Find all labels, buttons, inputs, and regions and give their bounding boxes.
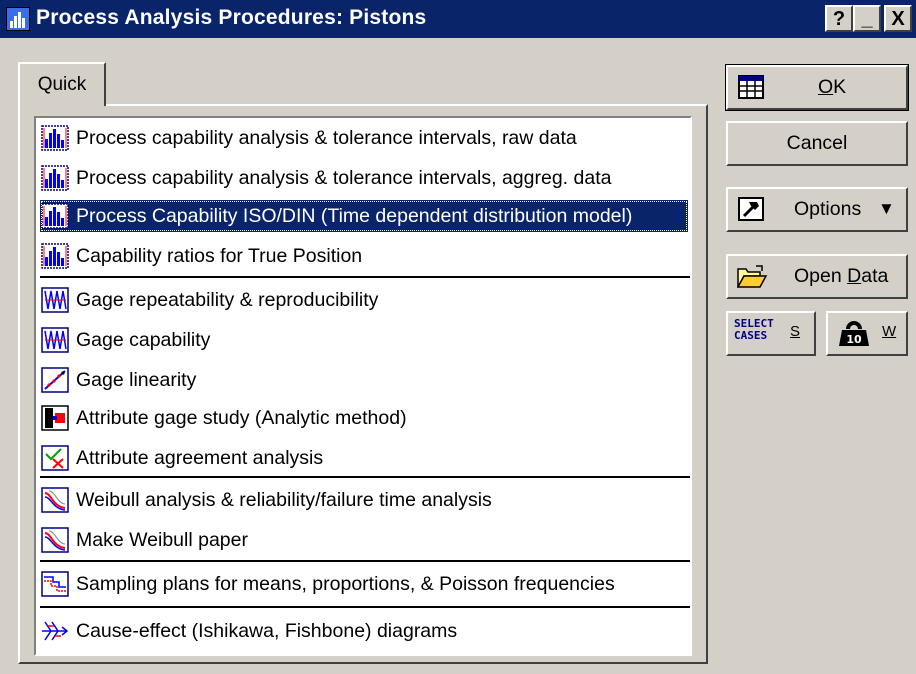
hammer-icon	[738, 197, 764, 227]
list-item[interactable]: Process Capability ISO/DIN (Time depende…	[40, 200, 688, 232]
options-button[interactable]: Options ▼	[726, 187, 908, 232]
capability-histogram-icon	[40, 163, 70, 193]
list-item-label: Make Weibull paper	[76, 528, 248, 551]
list-item-label: Sampling plans for means, proportions, &…	[76, 572, 615, 595]
list-item[interactable]: Gage repeatability & reproducibility	[40, 284, 688, 316]
folder-open-icon	[736, 263, 768, 297]
spreadsheet-icon	[738, 75, 764, 105]
gage-linearity-icon	[40, 365, 70, 395]
weibull-icon	[40, 525, 70, 555]
attribute-agreement-icon	[40, 443, 70, 473]
open-data-suffix: ata	[861, 265, 889, 287]
list-item-label: Gage linearity	[76, 368, 197, 391]
select-cases-icon: SELECT CASES	[734, 318, 774, 342]
list-item-label: Process Capability ISO/DIN (Time depende…	[76, 204, 633, 227]
list-item-label: Process capability analysis & tolerance …	[76, 126, 577, 149]
list-item[interactable]: Process capability analysis & tolerance …	[40, 162, 688, 194]
list-item[interactable]: Process capability analysis & tolerance …	[40, 122, 688, 154]
list-item[interactable]: Attribute agreement analysis	[40, 442, 688, 474]
list-item-label: Gage repeatability & reproducibility	[76, 288, 379, 311]
cancel-label: Cancel	[786, 132, 848, 154]
list-item-label: Cause-effect (Ishikawa, Fishbone) diagra…	[76, 619, 458, 642]
group-separator	[40, 476, 690, 478]
list-item[interactable]: Gage capability	[40, 324, 688, 356]
svg-text:10: 10	[846, 333, 862, 346]
open-data-button[interactable]: Open Data	[726, 254, 908, 299]
list-item[interactable]: Gage linearity	[40, 364, 688, 396]
sampling-plan-icon	[40, 569, 70, 599]
list-item-label: Gage capability	[76, 328, 211, 351]
gage-rr-icon	[40, 285, 70, 315]
list-item-label: Process capability analysis & tolerance …	[76, 166, 612, 189]
list-item[interactable]: Weibull analysis & reliability/failure t…	[40, 484, 688, 516]
open-data-label: Open Data	[794, 265, 888, 288]
close-button[interactable]: X	[884, 5, 912, 32]
help-button[interactable]: ?	[825, 5, 853, 32]
weight-label: W	[882, 323, 897, 340]
select-cases-button[interactable]: SELECT CASES S	[726, 311, 816, 356]
app-chart-icon[interactable]	[6, 7, 30, 31]
list-item[interactable]: Attribute gage study (Analytic method)	[40, 402, 688, 434]
group-separator	[40, 276, 690, 278]
weight-button[interactable]: 10 W	[826, 311, 908, 356]
select-cases-icon-line2: CASES	[734, 329, 768, 342]
group-separator	[40, 606, 690, 608]
ok-button[interactable]: OK	[725, 64, 909, 111]
gage-rr-icon	[40, 325, 70, 355]
title-bar[interactable]: Process Analysis Procedures: Pistons ? _…	[0, 0, 916, 38]
list-item[interactable]: Sampling plans for means, proportions, &…	[40, 568, 688, 600]
minimize-button[interactable]: _	[853, 5, 881, 32]
attribute-gage-icon	[40, 403, 70, 433]
list-item-label: Attribute gage study (Analytic method)	[76, 406, 407, 429]
window-title: Process Analysis Procedures: Pistons	[36, 6, 427, 29]
options-label: Options	[794, 198, 862, 220]
capability-histogram-icon	[40, 201, 70, 231]
tab-quick[interactable]: Quick	[18, 62, 106, 106]
list-item-label: Weibull analysis & reliability/failure t…	[76, 488, 492, 511]
capability-histogram-icon	[40, 241, 70, 271]
list-item-label: Attribute agreement analysis	[76, 446, 324, 469]
list-item[interactable]: Capability ratios for True Position	[40, 240, 688, 272]
weibull-icon	[40, 485, 70, 515]
weight-icon: 10	[838, 320, 870, 354]
list-item[interactable]: Cause-effect (Ishikawa, Fishbone) diagra…	[40, 615, 688, 647]
cancel-button[interactable]: Cancel	[726, 121, 908, 166]
list-item[interactable]: Make Weibull paper	[40, 524, 688, 556]
list-item-label: Capability ratios for True Position	[76, 244, 363, 267]
capability-histogram-icon	[40, 123, 70, 153]
fishbone-icon	[40, 616, 70, 646]
chevron-down-icon: ▼	[878, 199, 895, 218]
procedure-listbox[interactable]: Process capability analysis & tolerance …	[34, 116, 692, 656]
open-data-prefix: Open	[794, 265, 848, 287]
select-cases-label: S	[790, 323, 801, 340]
ok-mnemonic: O	[818, 76, 834, 98]
group-separator	[40, 560, 690, 562]
ok-suffix: K	[833, 76, 847, 98]
open-data-mnemonic: D	[847, 265, 862, 287]
ok-label: OK	[818, 76, 846, 99]
